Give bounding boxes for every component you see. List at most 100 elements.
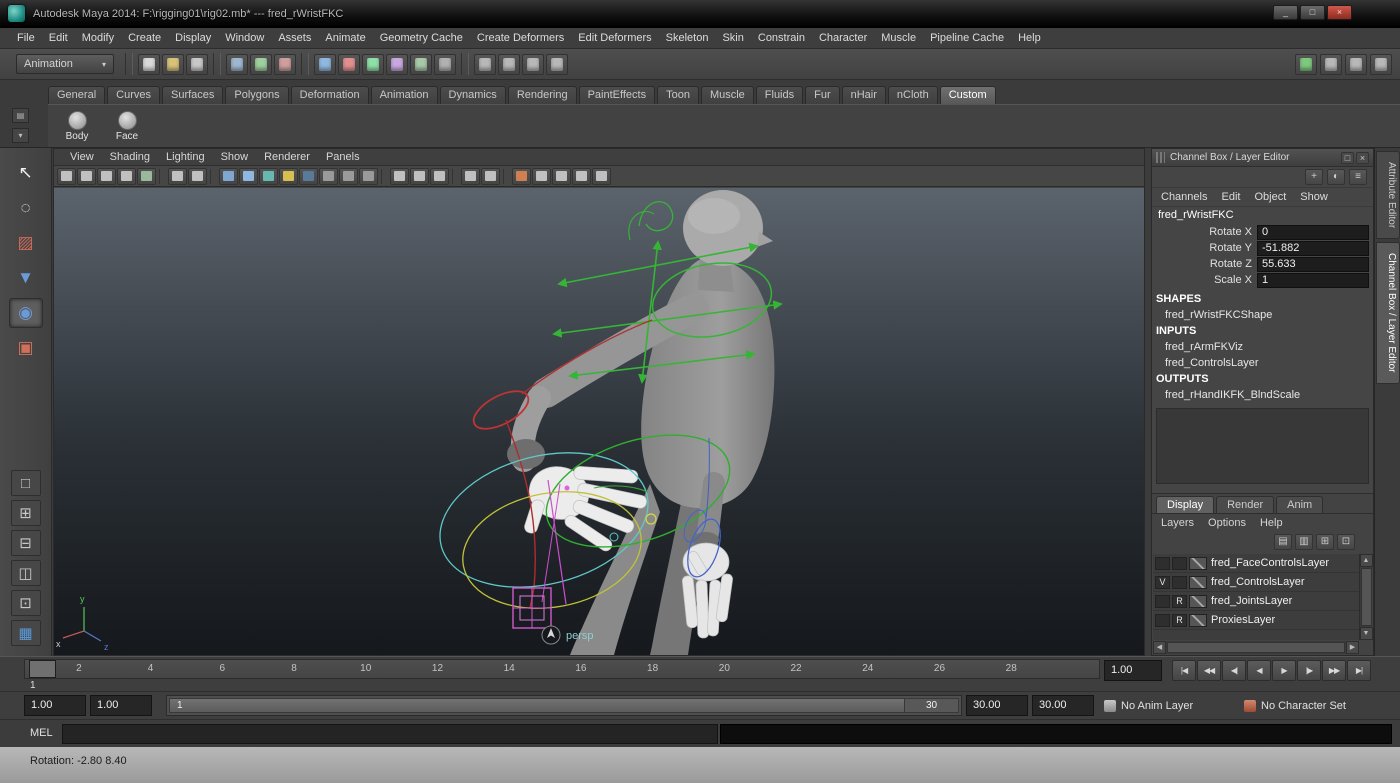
menu-item[interactable]: Edit Deformers	[571, 30, 658, 46]
shelf-tab-switcher-icon[interactable]: ▤	[12, 108, 29, 123]
menu-item[interactable]: Animate	[318, 30, 372, 46]
layer-editor-tab[interactable]: Display	[1156, 496, 1215, 513]
construction-history-icon[interactable]	[474, 53, 496, 75]
layer-visibility-toggle[interactable]	[1155, 556, 1170, 570]
two-pane-layout-icon[interactable]: ⊟	[10, 530, 41, 556]
shelf-tab[interactable]: PaintEffects	[578, 86, 656, 104]
layer-editor-menu-item[interactable]: Layers	[1154, 517, 1201, 529]
panel-menu-item[interactable]: View	[62, 151, 102, 163]
channel-value-field[interactable]: 0	[1257, 224, 1369, 240]
attribute-editor-toggle-icon[interactable]	[1320, 54, 1342, 75]
layer-editor-menu-item[interactable]: Options	[1201, 517, 1253, 529]
shelf-item[interactable]: Body	[58, 110, 96, 142]
channel-value-field[interactable]: -51.882	[1257, 240, 1369, 256]
motion-blur-icon[interactable]	[339, 167, 358, 185]
animation-end-field[interactable]: 30.00	[1032, 695, 1094, 716]
menu-item[interactable]: Skin	[715, 30, 750, 46]
timeline-track[interactable]: 2 4 6 8 10 12 14 16 18 20 22 24 26 28	[24, 659, 1100, 679]
channel-label[interactable]: Rotate Y	[1152, 242, 1257, 254]
command-input-field[interactable]	[62, 724, 718, 744]
scrollbar-thumb[interactable]	[1360, 568, 1372, 626]
command-language-toggle[interactable]: MEL	[30, 727, 53, 739]
scale-tool-icon[interactable]: ▣	[9, 333, 43, 363]
scrollbar-thumb[interactable]	[1167, 642, 1345, 653]
popout-icon[interactable]: □	[1341, 151, 1354, 164]
separator[interactable]	[503, 168, 509, 184]
grease-pencil-icon[interactable]	[512, 167, 531, 185]
edit-channels-icon[interactable]: ≡	[1349, 169, 1367, 185]
range-end-label[interactable]: 30	[904, 699, 958, 712]
menu-item[interactable]: Modify	[75, 30, 121, 46]
scroll-right-icon[interactable]: ▶	[1346, 641, 1359, 654]
layer-stack-icon[interactable]: ▥	[1295, 533, 1313, 550]
hypergraph-toggle-icon[interactable]	[1295, 54, 1317, 75]
node-row[interactable]: fred_rHandIKFK_BlndScale	[1152, 387, 1373, 403]
minimize-button[interactable]: _	[1273, 5, 1298, 20]
horizontal-scrollbar[interactable]: ◀ ▶	[1153, 641, 1359, 654]
shelf-tab[interactable]: nCloth	[887, 86, 938, 104]
select-camera-icon[interactable]	[57, 167, 76, 185]
snap-to-view-icon[interactable]	[434, 53, 456, 75]
layer-editor-tab[interactable]: Anim	[1276, 496, 1324, 513]
menu-item[interactable]: Pipeline Cache	[923, 30, 1011, 46]
character-set-selector[interactable]: No Character Set	[1244, 696, 1394, 716]
current-time-field[interactable]: 1.00	[1104, 660, 1162, 681]
snap-to-grid-icon[interactable]	[314, 53, 336, 75]
shelf-tab[interactable]: Fluids	[755, 86, 804, 104]
drag-grip-icon[interactable]	[1156, 152, 1165, 163]
node-row[interactable]: fred_rWristFKCShape	[1152, 307, 1373, 323]
outliner-persp-layout-icon[interactable]: ◫	[10, 560, 41, 586]
render-current-frame-icon[interactable]	[498, 53, 520, 75]
select-object-icon[interactable]	[250, 53, 272, 75]
sidebar-tab[interactable]: Channel Box / Layer Editor	[1376, 242, 1400, 384]
maximize-button[interactable]: □	[1300, 5, 1325, 20]
cube-views-icon[interactable]	[552, 167, 571, 185]
selected-object-name[interactable]: fred_rWristFKC	[1152, 207, 1373, 224]
menu-item[interactable]: Create Deformers	[470, 30, 571, 46]
image-plane-icon[interactable]	[137, 167, 156, 185]
shadows-icon[interactable]	[299, 167, 318, 185]
panel-menu-item[interactable]: Panels	[318, 151, 368, 163]
menu-item[interactable]: Character	[812, 30, 874, 46]
persp-uv-layout-icon[interactable]: ▦	[10, 620, 41, 646]
layer-sort-icon[interactable]: ▤	[1274, 533, 1292, 550]
ipr-render-icon[interactable]	[522, 53, 544, 75]
vertical-scrollbar[interactable]: ▲ ▼	[1359, 554, 1373, 640]
layer-row[interactable]: R ProxiesLayer	[1153, 611, 1359, 630]
step-forward-key-button[interactable]: |▶	[1297, 660, 1321, 681]
lock-camera-icon[interactable]	[77, 167, 96, 185]
menu-item[interactable]: Edit	[42, 30, 75, 46]
menu-item[interactable]: Geometry Cache	[373, 30, 470, 46]
channel-box-menu-item[interactable]: Edit	[1214, 191, 1247, 203]
make-live-icon[interactable]	[410, 53, 432, 75]
menu-item[interactable]: Constrain	[751, 30, 812, 46]
oversampling-icon[interactable]	[188, 167, 207, 185]
snap-to-curve-icon[interactable]	[338, 53, 360, 75]
panel-menu-item[interactable]: Show	[213, 151, 257, 163]
use-all-lights-icon[interactable]	[279, 167, 298, 185]
select-component-icon[interactable]	[274, 53, 296, 75]
step-forward-frame-button[interactable]: ▶▶	[1322, 660, 1346, 681]
layer-row[interactable]: R fred_JointsLayer	[1153, 592, 1359, 611]
tool-settings-toggle-icon[interactable]	[1345, 54, 1367, 75]
shelf-tab[interactable]: Muscle	[700, 86, 754, 104]
paint-select-tool-icon[interactable]: ▨	[9, 228, 43, 258]
exposure-icon[interactable]	[461, 167, 480, 185]
camera-attributes-icon[interactable]	[97, 167, 116, 185]
shelf-tab[interactable]: Toon	[657, 86, 699, 104]
menu-item[interactable]: Create	[121, 30, 168, 46]
go-to-start-button[interactable]: |◀	[1172, 660, 1196, 681]
render-settings-icon[interactable]	[546, 53, 568, 75]
node-row[interactable]: fred_ControlsLayer	[1152, 355, 1373, 371]
channel-label[interactable]: Rotate Z	[1152, 258, 1257, 270]
speed-state-icon[interactable]: ◐	[1327, 169, 1345, 185]
channel-box-menu-item[interactable]: Channels	[1154, 191, 1214, 203]
shelf-item[interactable]: Face	[108, 110, 146, 142]
layer-visibility-toggle[interactable]: V	[1155, 575, 1170, 589]
channel-value-field[interactable]: 1	[1257, 272, 1369, 288]
menu-item[interactable]: Muscle	[874, 30, 923, 46]
menu-item[interactable]: Assets	[271, 30, 318, 46]
rotate-tool-icon[interactable]: ◉	[8, 298, 43, 328]
textured-icon[interactable]	[259, 167, 278, 185]
shelf-tab[interactable]: Polygons	[225, 86, 289, 104]
